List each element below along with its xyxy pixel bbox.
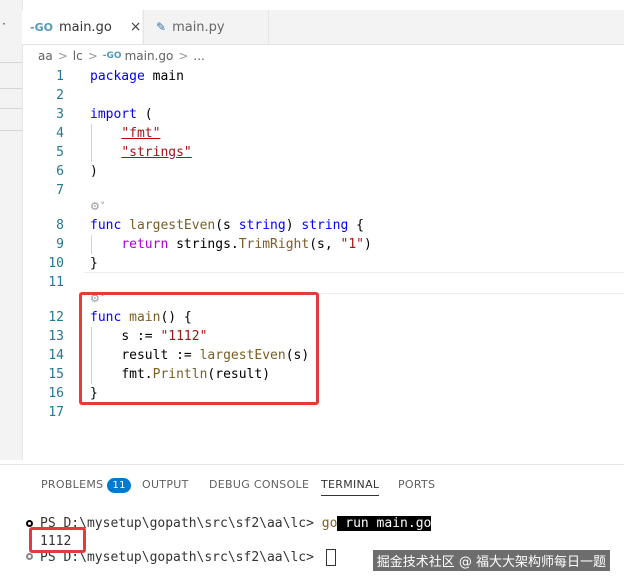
tab-debug-console[interactable]: DEBUG CONSOLE [209,478,309,491]
activity-strip: · [0,0,23,460]
line-number: 4 [56,126,64,141]
sidebar-divider [0,62,22,63]
line-number: 16 [48,386,64,401]
line-number: 14 [48,348,64,363]
panel-tab-bar: PROBLEMS 11 OUTPUT DEBUG CONSOLE TERMINAL… [0,470,624,500]
code-line[interactable]: ) [90,162,98,181]
breadcrumb-item[interactable]: main.go [125,49,174,63]
annotation-box-main [79,292,319,405]
tab-label: main.go [58,19,112,35]
annotation-box-output [29,527,86,553]
python-file-icon: ✎ [156,20,167,34]
code-line[interactable]: } [90,254,98,273]
go-file-icon: -GO [102,51,122,61]
problems-count-badge: 11 [107,478,131,493]
line-number: 6 [56,164,64,179]
current-line-highlight [84,272,624,294]
tab-main-py[interactable]: ✎ main.py [143,10,269,44]
breadcrumb: aa > lc > -GO main.go > ... [38,47,205,65]
chevron-right-icon: > [57,49,68,63]
go-file-icon: -GO [30,20,53,34]
close-icon[interactable]: × [130,19,142,35]
watermark: 掘金技术社区 @ 福大大架构师每日一题 [372,550,610,571]
line-number: 13 [48,329,64,344]
panel-divider [0,464,624,465]
codelens-icon[interactable]: ⚙˅ [90,200,105,213]
breadcrumb-item[interactable]: lc [73,49,83,63]
chevron-right-icon: > [87,49,98,63]
line-number: 3 [56,107,64,122]
line-number: 5 [56,145,64,160]
tab-ports[interactable]: PORTS [398,478,435,491]
more-dots-icon[interactable]: · [2,18,6,30]
terminal-command-decoration-icon[interactable] [26,520,33,527]
code-line[interactable]: import ( [90,105,153,124]
tab-problems[interactable]: PROBLEMS 11 [41,478,131,493]
breadcrumb-item[interactable]: ... [193,49,204,63]
line-number: 10 [48,256,64,271]
code-line[interactable]: return strings.TrimRight(s, "1") [90,235,372,254]
chevron-right-icon: > [178,49,189,63]
line-number: 12 [48,310,64,325]
line-number: 17 [48,405,64,420]
line-number: 15 [48,367,64,382]
tab-output[interactable]: OUTPUT [142,478,189,491]
terminal-command-decoration-icon[interactable] [26,553,33,560]
line-number: 2 [56,88,64,103]
line-number: 11 [48,275,64,290]
tab-main-go[interactable]: -GO main.go × [22,10,142,44]
sidebar-divider [0,130,22,131]
code-line[interactable]: "strings" [90,143,191,162]
line-number: 7 [56,183,64,198]
breadcrumb-item[interactable]: aa [38,49,53,63]
tab-label: main.py [172,19,225,35]
terminal-cursor [325,549,336,566]
editor-tab-bar: -GO main.go × ✎ main.py [22,10,624,45]
code-line[interactable]: "fmt" [90,124,160,143]
terminal-line: PS D:\mysetup\gopath\src\sf2\aa\lc> go r… [40,516,432,531]
sidebar-divider [0,108,22,109]
line-number: 1 [56,69,64,84]
line-number: 9 [56,237,64,252]
sidebar-divider [0,88,22,89]
line-number: 8 [56,218,64,233]
tab-terminal[interactable]: TERMINAL [321,478,380,496]
code-line[interactable]: func largestEven(s string) string { [90,216,364,235]
code-line[interactable]: package main [90,67,184,86]
